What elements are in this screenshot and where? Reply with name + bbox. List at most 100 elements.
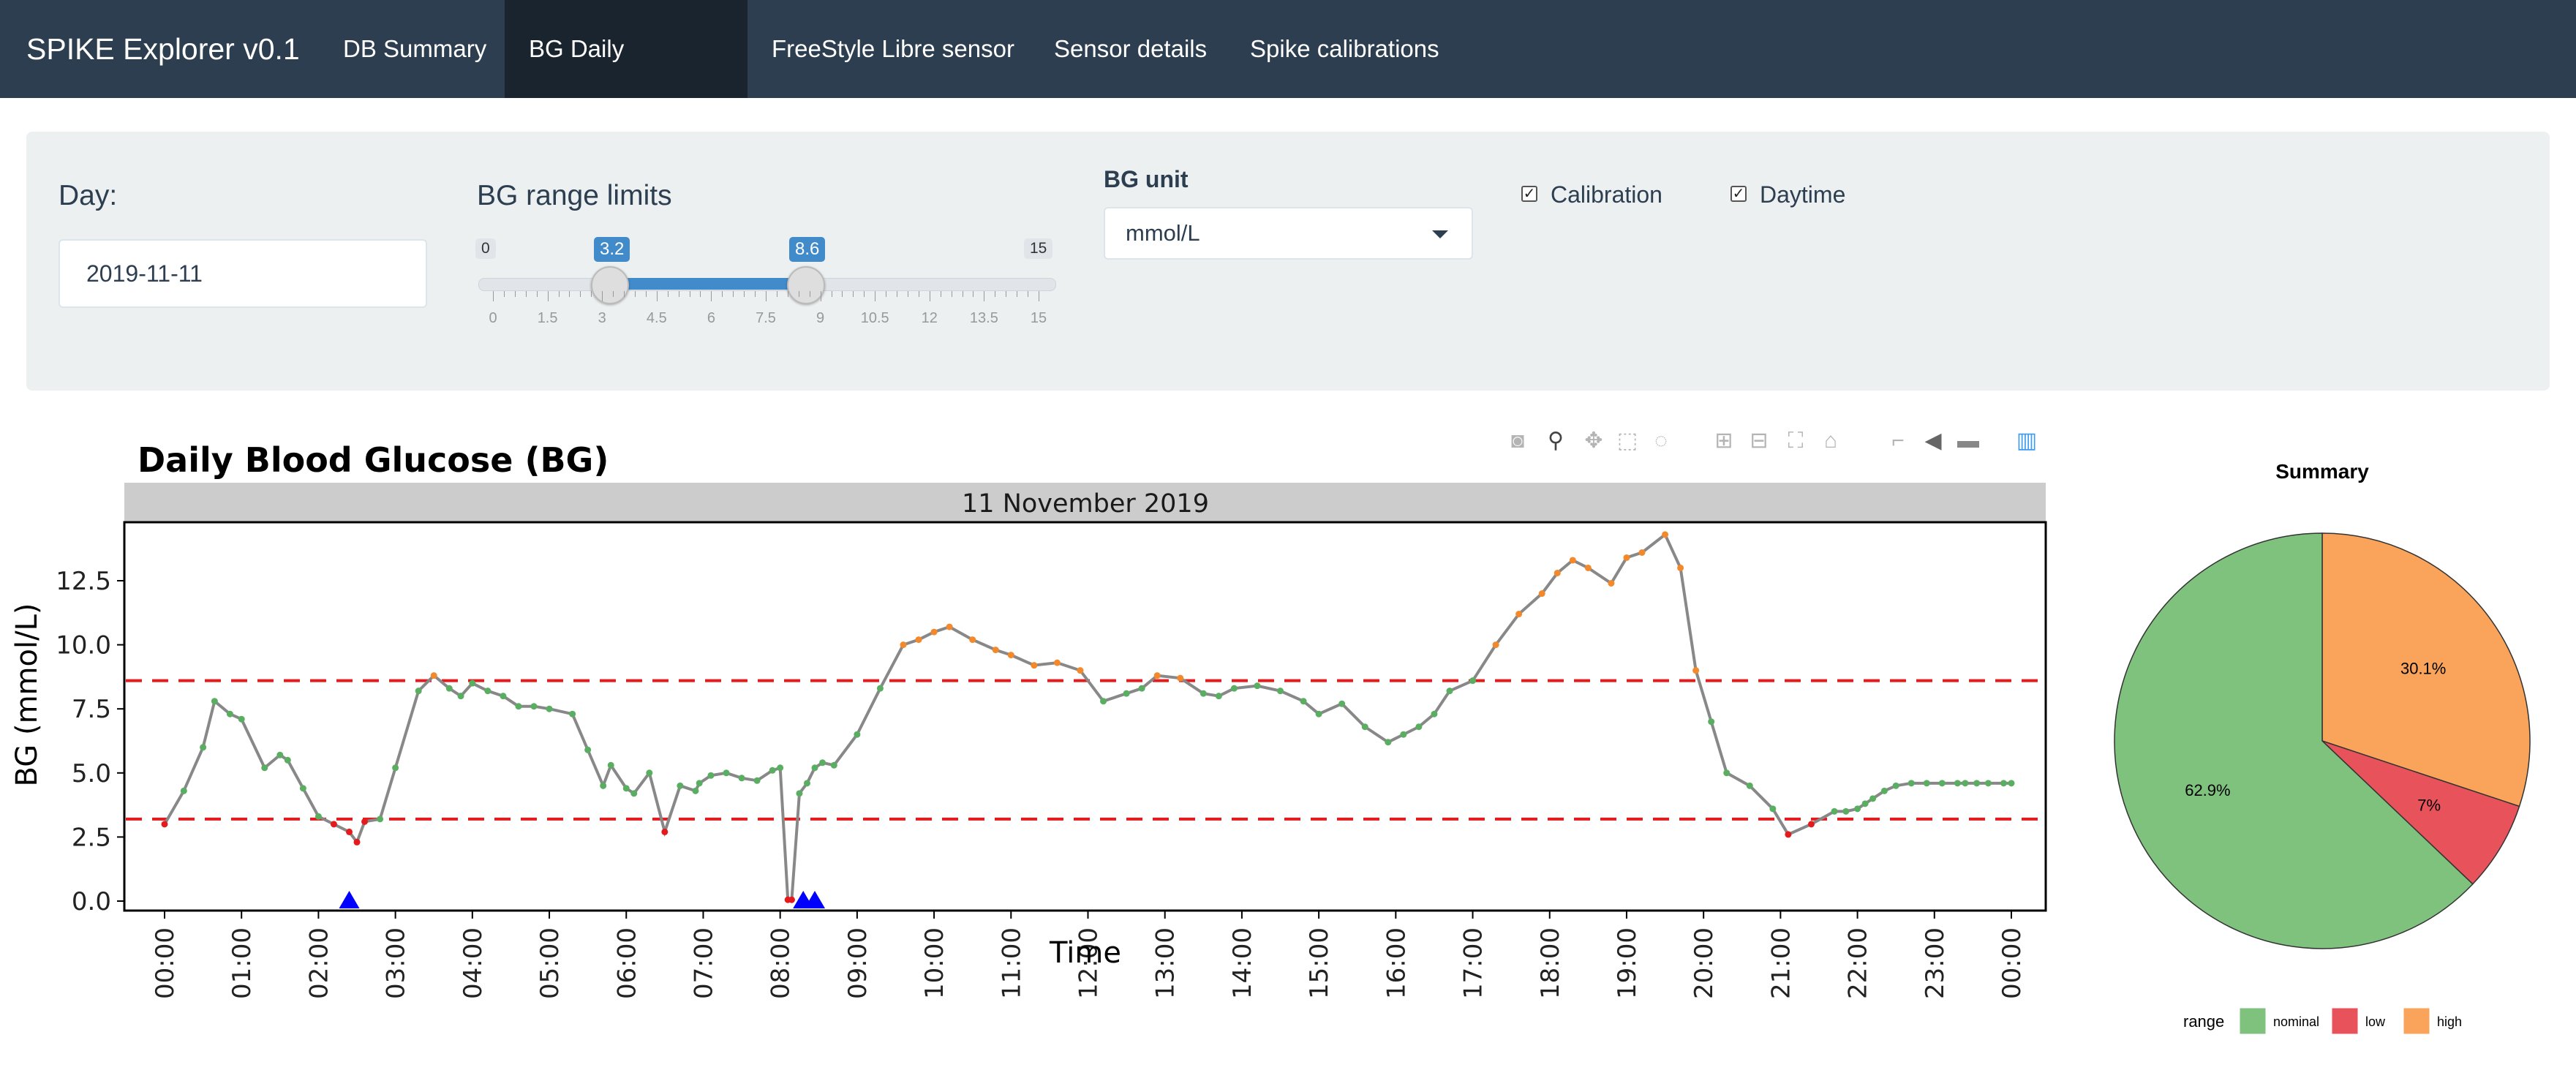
bg-point <box>1230 685 1238 692</box>
bg-point <box>1515 611 1523 618</box>
bg-point <box>677 782 684 789</box>
x-tick-label: 23:00 <box>1921 927 1950 999</box>
slider-low-handle[interactable] <box>591 266 629 304</box>
bg-point <box>1007 652 1014 659</box>
daytime-label: Daytime <box>1760 181 1846 208</box>
pie-label: 62.9% <box>2185 781 2230 799</box>
slider-tick <box>547 291 549 301</box>
bg-point <box>569 710 576 717</box>
day-input[interactable]: 2019-11-11 <box>59 239 427 308</box>
summary-pie: 30.1% 7% 62.9% <box>2114 532 2531 949</box>
slider-tick-label: 13.5 <box>969 310 998 326</box>
bg-point <box>1300 698 1307 705</box>
bg-point <box>1880 787 1888 794</box>
slider-high-handle[interactable] <box>787 266 825 304</box>
bg-point <box>1723 769 1730 777</box>
bg-point <box>261 764 268 772</box>
bg-point <box>211 698 218 705</box>
bg-point <box>1254 682 1261 690</box>
bg-point <box>1492 641 1499 649</box>
facet-label: 11 November 2019 <box>962 489 1209 519</box>
y-tick-label: 2.5 <box>72 823 111 852</box>
slider-tick <box>503 291 505 297</box>
bg-point <box>1677 564 1684 571</box>
bg-point <box>600 782 607 789</box>
slider-tick <box>558 291 560 297</box>
unit-select[interactable]: mmol/L <box>1104 207 1473 260</box>
tab-bg-daily-readings[interactable]: BG Daily Readings <box>505 0 747 160</box>
bg-point <box>646 769 653 777</box>
y-tick-label: 0.0 <box>72 887 111 916</box>
slider-tick <box>733 291 734 297</box>
slider-tick-label: 12 <box>921 310 938 326</box>
bg-point <box>738 775 745 782</box>
bg-point <box>299 785 306 792</box>
bg-point <box>1385 739 1392 746</box>
bg-point <box>1400 731 1407 738</box>
unit-label: BG unit <box>1104 166 1189 192</box>
bg-point <box>1692 667 1700 674</box>
bg-point <box>811 764 818 772</box>
bg-point <box>1338 700 1346 707</box>
bg-point <box>226 710 233 717</box>
x-tick-label: 03:00 <box>382 927 411 999</box>
tab-freestyle-libre-sensor[interactable]: FreeStyle Libre sensor <box>747 0 1039 98</box>
bg-point <box>1584 564 1592 571</box>
bg-point <box>500 693 507 700</box>
bg-daily-chart[interactable]: Daily Blood Glucose (BG) 11 November 201… <box>0 410 2576 1068</box>
app-brand[interactable]: SPIKE Explorer v0.1 <box>26 0 300 98</box>
x-tick-label: 00:00 <box>151 927 180 999</box>
bg-point <box>1153 672 1161 679</box>
bg-point <box>1869 795 1877 802</box>
x-tick-label: 20:00 <box>1690 927 1719 999</box>
bg-point <box>876 685 884 692</box>
slider-low-value: 3.2 <box>594 237 630 262</box>
y-tick-label: 10.0 <box>56 631 111 660</box>
bg-point <box>992 647 999 654</box>
bg-point <box>1831 807 1838 815</box>
tab-spike-calibrations[interactable]: Spike calibrations <box>1226 0 1464 98</box>
slider-tick <box>602 291 603 301</box>
pie-label: 7% <box>2417 796 2441 815</box>
x-tick-label: 22:00 <box>1844 927 1873 999</box>
x-tick-label: 13:00 <box>1151 927 1180 999</box>
bg-point <box>361 818 369 825</box>
bg-point <box>1446 688 1453 695</box>
calibration-checkbox[interactable]: ✓ <box>1521 186 1537 202</box>
bg-point <box>238 715 245 723</box>
daytime-checkbox[interactable]: ✓ <box>1730 186 1747 202</box>
bg-point <box>1785 831 1792 838</box>
bg-point <box>796 790 803 797</box>
unit-select-value: mmol/L <box>1126 220 1200 246</box>
slider-max-label: 15 <box>1024 238 1053 259</box>
bg-point <box>1215 693 1222 700</box>
bg-point <box>622 785 630 792</box>
legend-swatch-low <box>2331 1007 2359 1035</box>
bg-point <box>1638 549 1646 556</box>
x-tick-label: 17:00 <box>1459 927 1488 999</box>
bg-point <box>661 828 669 835</box>
bg-point <box>1200 690 1207 697</box>
slider-tick-label: 0 <box>489 310 497 326</box>
bg-point <box>830 761 837 769</box>
tab-db-summary[interactable]: DB Summary <box>319 0 511 98</box>
legend-swatch-nominal <box>2239 1007 2267 1035</box>
bg-point <box>1123 690 1130 697</box>
slider-tick <box>864 291 865 297</box>
bg-point <box>546 705 553 712</box>
bg-point <box>630 790 638 797</box>
bg-point <box>457 693 464 700</box>
bg-point <box>1277 688 1284 695</box>
x-tick-label: 04:00 <box>459 927 488 999</box>
x-axis-title: Time <box>1049 936 1121 970</box>
slider-tick <box>744 291 745 297</box>
x-tick-label: 18:00 <box>1536 927 1565 999</box>
bg-range-slider[interactable]: 0 15 3.2 8.6 0 1.5 3 4.5 6 7.5 9 10.5 12 13.5 15 <box>475 234 1058 329</box>
bg-point <box>854 731 861 738</box>
bg-point <box>769 767 776 774</box>
day-label: Day: <box>59 180 118 211</box>
slider-tick <box>853 291 854 297</box>
tab-sensor-details[interactable]: Sensor details <box>1030 0 1231 98</box>
x-tick-label: 07:00 <box>689 927 718 999</box>
x-tick-label: 10:00 <box>920 927 949 999</box>
